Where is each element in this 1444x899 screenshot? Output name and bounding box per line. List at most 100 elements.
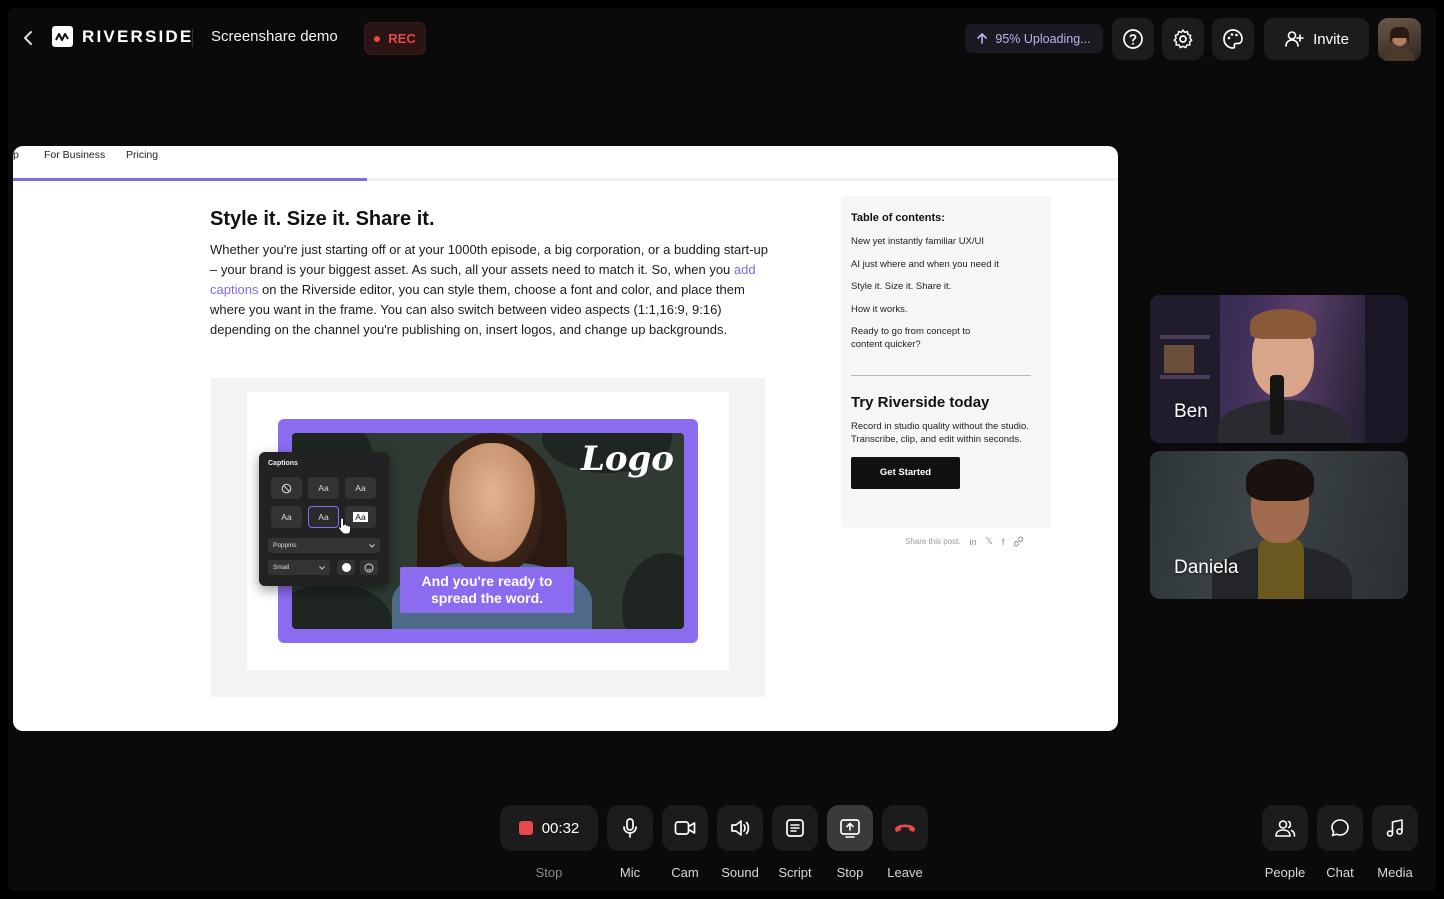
captions-panel-title: Captions <box>268 460 298 467</box>
toc-item[interactable]: New yet instantly familiar UX/UI <box>851 235 1041 248</box>
stop-share-button[interactable] <box>827 805 873 851</box>
microphone-icon <box>623 818 637 838</box>
chat-control: Chat <box>1317 805 1363 880</box>
article-figure: Logo And you're ready to spread the word… <box>211 378 765 697</box>
caption-overlay: And you're ready to spread the word. <box>400 567 574 613</box>
settings-button[interactable] <box>1162 18 1204 60</box>
stop-recording-button[interactable]: 00:32 <box>500 805 598 851</box>
cam-control: Cam <box>662 805 708 880</box>
participant-name: Daniela <box>1174 557 1239 578</box>
captions-panel: Captions Aa Aa Aa Aa Aa Poppins Small <box>259 452 389 586</box>
share-post-row: Share this post: in 𝕏 f <box>905 536 1024 547</box>
recording-badge: REC <box>364 22 426 55</box>
linkedin-icon[interactable]: in <box>970 537 977 547</box>
people-control: People <box>1262 805 1308 880</box>
person-face <box>442 443 542 573</box>
article-sidebar: Table of contents: New yet instantly fam… <box>841 196 1051 528</box>
back-button[interactable] <box>18 26 38 50</box>
leave-label: Leave <box>887 865 923 880</box>
get-started-button[interactable]: Get Started <box>851 457 960 489</box>
cta-description: Record in studio quality without the stu… <box>851 421 1029 445</box>
disabled-icon <box>281 483 292 493</box>
reading-progress <box>13 178 1118 181</box>
caption-style-option[interactable]: Aa <box>308 477 339 499</box>
leave-button[interactable] <box>882 805 928 851</box>
chat-button[interactable] <box>1317 805 1363 851</box>
shared-screen: p For Business Pricing Style it. Size it… <box>13 146 1118 731</box>
nav-item-pricing[interactable]: Pricing <box>126 149 158 161</box>
participant-name: Ben <box>1174 401 1208 422</box>
color-swatch[interactable] <box>337 560 355 575</box>
font-select[interactable]: Poppins <box>268 538 380 553</box>
gear-icon <box>1173 29 1193 49</box>
participant-tile-ben[interactable]: Ben <box>1150 295 1408 443</box>
rec-dot-icon <box>374 35 381 42</box>
camera-icon <box>674 821 696 835</box>
size-select[interactable]: Small <box>268 560 330 575</box>
participant-tile-daniela[interactable]: Daniela <box>1150 451 1408 599</box>
reading-progress-fill <box>13 178 367 181</box>
cta-title: Try Riverside today <box>851 394 990 411</box>
website-nav: p For Business Pricing <box>13 146 1118 180</box>
emoji-button[interactable] <box>360 560 378 575</box>
sound-control: Sound <box>717 805 763 880</box>
figure-card: Logo And you're ready to spread the word… <box>247 392 729 670</box>
session-title: Screenshare demo <box>211 28 338 45</box>
link-icon <box>1014 536 1024 547</box>
caption-style-option[interactable]: Aa <box>345 477 376 499</box>
brand-name: RIVERSIDE <box>82 26 194 46</box>
logo-overlay: Logo <box>580 439 674 479</box>
help-button[interactable] <box>1112 18 1154 60</box>
record-control-label: Stop <box>535 865 563 880</box>
people-label: People <box>1264 865 1306 880</box>
toc-item[interactable]: How it works. <box>851 303 1041 316</box>
toc-item[interactable]: AI just where and when you need it <box>851 258 1041 271</box>
toc-item[interactable]: Style it. Size it. Share it. <box>851 280 1041 293</box>
facebook-icon[interactable]: f <box>1002 537 1005 547</box>
camera-button[interactable] <box>662 805 708 851</box>
people-icon <box>1275 820 1296 837</box>
mic-button[interactable] <box>607 805 653 851</box>
riverside-studio: RIVERSIDE Screenshare demo REC 95% Uploa… <box>8 8 1436 891</box>
media-control: Media <box>1372 805 1418 880</box>
sidebar-divider <box>851 375 1031 376</box>
sound-button[interactable] <box>717 805 763 851</box>
share-label: Share this post: <box>905 537 961 546</box>
help-icon <box>1123 29 1143 49</box>
top-bar: RIVERSIDE Screenshare demo REC 95% Uploa… <box>8 8 1436 70</box>
invite-label: Invite <box>1313 30 1349 48</box>
media-button[interactable] <box>1372 805 1418 851</box>
toc-item[interactable]: Ready to go from concept to content quic… <box>851 325 1001 351</box>
chevron-down-icon <box>319 565 325 570</box>
invite-button[interactable]: Invite <box>1264 18 1369 60</box>
people-button[interactable] <box>1262 805 1308 851</box>
caption-style-selected[interactable]: Aa <box>308 506 339 528</box>
user-avatar[interactable] <box>1378 18 1421 61</box>
mic-label: Mic <box>619 865 641 880</box>
smiley-icon <box>364 563 374 572</box>
script-label: Script <box>778 865 812 880</box>
caption-style-option[interactable]: Aa <box>271 506 302 528</box>
x-icon[interactable]: 𝕏 <box>986 536 993 547</box>
nav-item-for-business[interactable]: For Business <box>44 149 105 161</box>
upload-status[interactable]: 95% Uploading... <box>965 24 1103 53</box>
arrow-up-icon <box>977 33 988 44</box>
palette-icon <box>1223 29 1243 49</box>
script-button[interactable] <box>772 805 818 851</box>
sound-label: Sound <box>721 865 759 880</box>
upload-status-text: 95% Uploading... <box>995 31 1091 46</box>
nav-item-partial[interactable]: p <box>13 149 19 161</box>
recording-timer: 00:32 <box>541 819 580 837</box>
chat-label: Chat <box>1326 865 1354 880</box>
caption-style-none[interactable] <box>271 477 302 499</box>
header-divider <box>192 29 193 47</box>
leave-control: Leave <box>882 805 928 880</box>
cam-label: Cam <box>671 865 699 880</box>
paragraph-text-1: Whether you're just starting off or at y… <box>210 242 768 277</box>
theme-button[interactable] <box>1212 18 1254 60</box>
pointer-cursor-icon <box>337 517 352 535</box>
chat-bubble-icon <box>1331 819 1349 837</box>
share-stop-label: Stop <box>836 865 864 880</box>
record-stop-icon <box>518 821 533 835</box>
toc-title: Table of contents: <box>851 212 945 224</box>
